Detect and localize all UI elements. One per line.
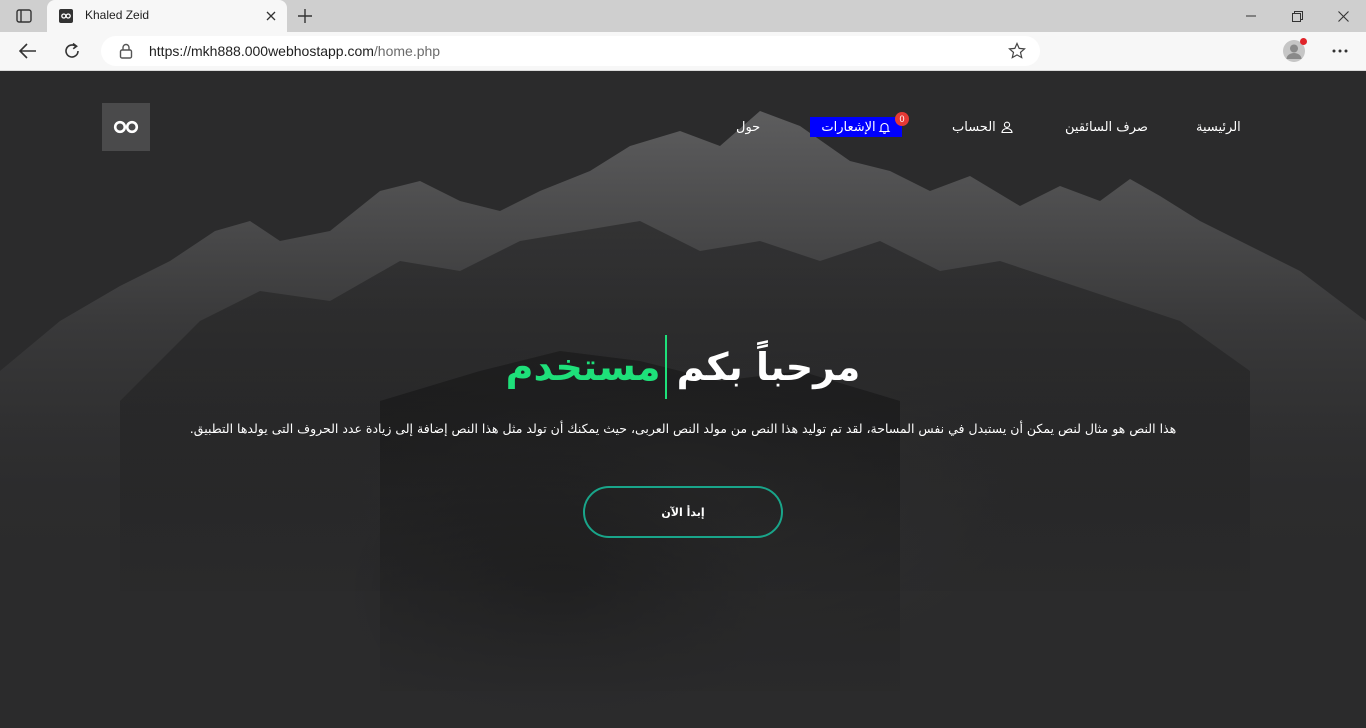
nav-about-label: حول <box>736 119 761 135</box>
hero-typed-word: مستخدم <box>505 345 661 389</box>
infinity-icon <box>113 120 139 134</box>
reload-button[interactable] <box>56 36 88 66</box>
notifications-count-badge: 0 <box>895 112 909 126</box>
user-icon <box>1001 121 1013 133</box>
nav-home-label: الرئيسية <box>1196 119 1241 135</box>
get-started-button[interactable]: إبدأ الآن <box>583 486 783 538</box>
nav-notifications[interactable]: الإشعارات <box>810 117 902 137</box>
nav-drivers-exchange-label: صرف السائقين <box>1065 119 1148 135</box>
settings-more-button[interactable] <box>1327 40 1353 62</box>
browser-tab[interactable]: Khaled Zeid <box>47 0 287 32</box>
nav-about[interactable]: حول <box>736 117 760 137</box>
browser-toolbar: https://mkh888.000webhostapp.com/home.ph… <box>0 32 1366 71</box>
favicon-icon <box>59 9 73 23</box>
minimize-icon <box>1246 15 1256 17</box>
mountain-background-image <box>0 111 1366 728</box>
nav-drivers-exchange[interactable]: صرف السائقين <box>1065 117 1148 137</box>
typing-cursor <box>664 335 667 399</box>
nav-account[interactable]: الحساب <box>952 117 1013 137</box>
tab-close-button[interactable] <box>263 8 279 24</box>
profile-avatar[interactable] <box>1283 38 1307 62</box>
reload-icon <box>65 42 79 58</box>
lock-icon[interactable] <box>119 43 133 59</box>
url-text[interactable]: https://mkh888.000webhostapp.com/home.ph… <box>149 43 440 59</box>
restore-icon <box>1291 10 1303 22</box>
address-bar[interactable]: https://mkh888.000webhostapp.com/home.ph… <box>101 36 1040 66</box>
tab-title: Khaled Zeid <box>85 8 150 22</box>
nav-account-label: الحساب <box>952 119 996 135</box>
star-icon[interactable] <box>1008 42 1026 60</box>
nav-notifications-label: الإشعارات <box>821 119 876 135</box>
minimize-button[interactable] <box>1228 0 1274 32</box>
bell-icon <box>878 122 890 134</box>
browser-tab-strip: Khaled Zeid <box>0 0 1366 32</box>
url-host: https://mkh888.000webhostapp.com <box>149 43 374 59</box>
profile-notification-dot <box>1300 38 1307 45</box>
back-arrow-icon <box>19 43 36 59</box>
close-icon <box>266 11 276 21</box>
get-started-label: إبدأ الآن <box>661 505 705 519</box>
new-tab-button[interactable] <box>293 5 317 27</box>
tab-actions-icon <box>16 9 32 23</box>
back-button[interactable] <box>12 36 44 66</box>
close-icon <box>1337 10 1349 22</box>
site-logo[interactable] <box>102 103 150 151</box>
web-page: الرئيسية صرف السائقين الحساب الإشعارات 0… <box>0 71 1366 728</box>
url-path: /home.php <box>373 43 441 59</box>
window-close-button[interactable] <box>1320 0 1366 32</box>
hero-description: هذا النص هو مثال لنص يمكن أن يستبدل في ن… <box>189 421 1177 436</box>
nav-home[interactable]: الرئيسية <box>1196 117 1241 137</box>
plus-icon <box>298 9 312 23</box>
tab-actions-button[interactable] <box>12 7 36 25</box>
more-horizontal-icon <box>1332 49 1348 53</box>
hero-title: مستخدم مرحباً بكم <box>0 335 1366 399</box>
restore-button[interactable] <box>1274 0 1320 32</box>
hero-welcome-text: مرحباً بكم <box>676 345 861 389</box>
